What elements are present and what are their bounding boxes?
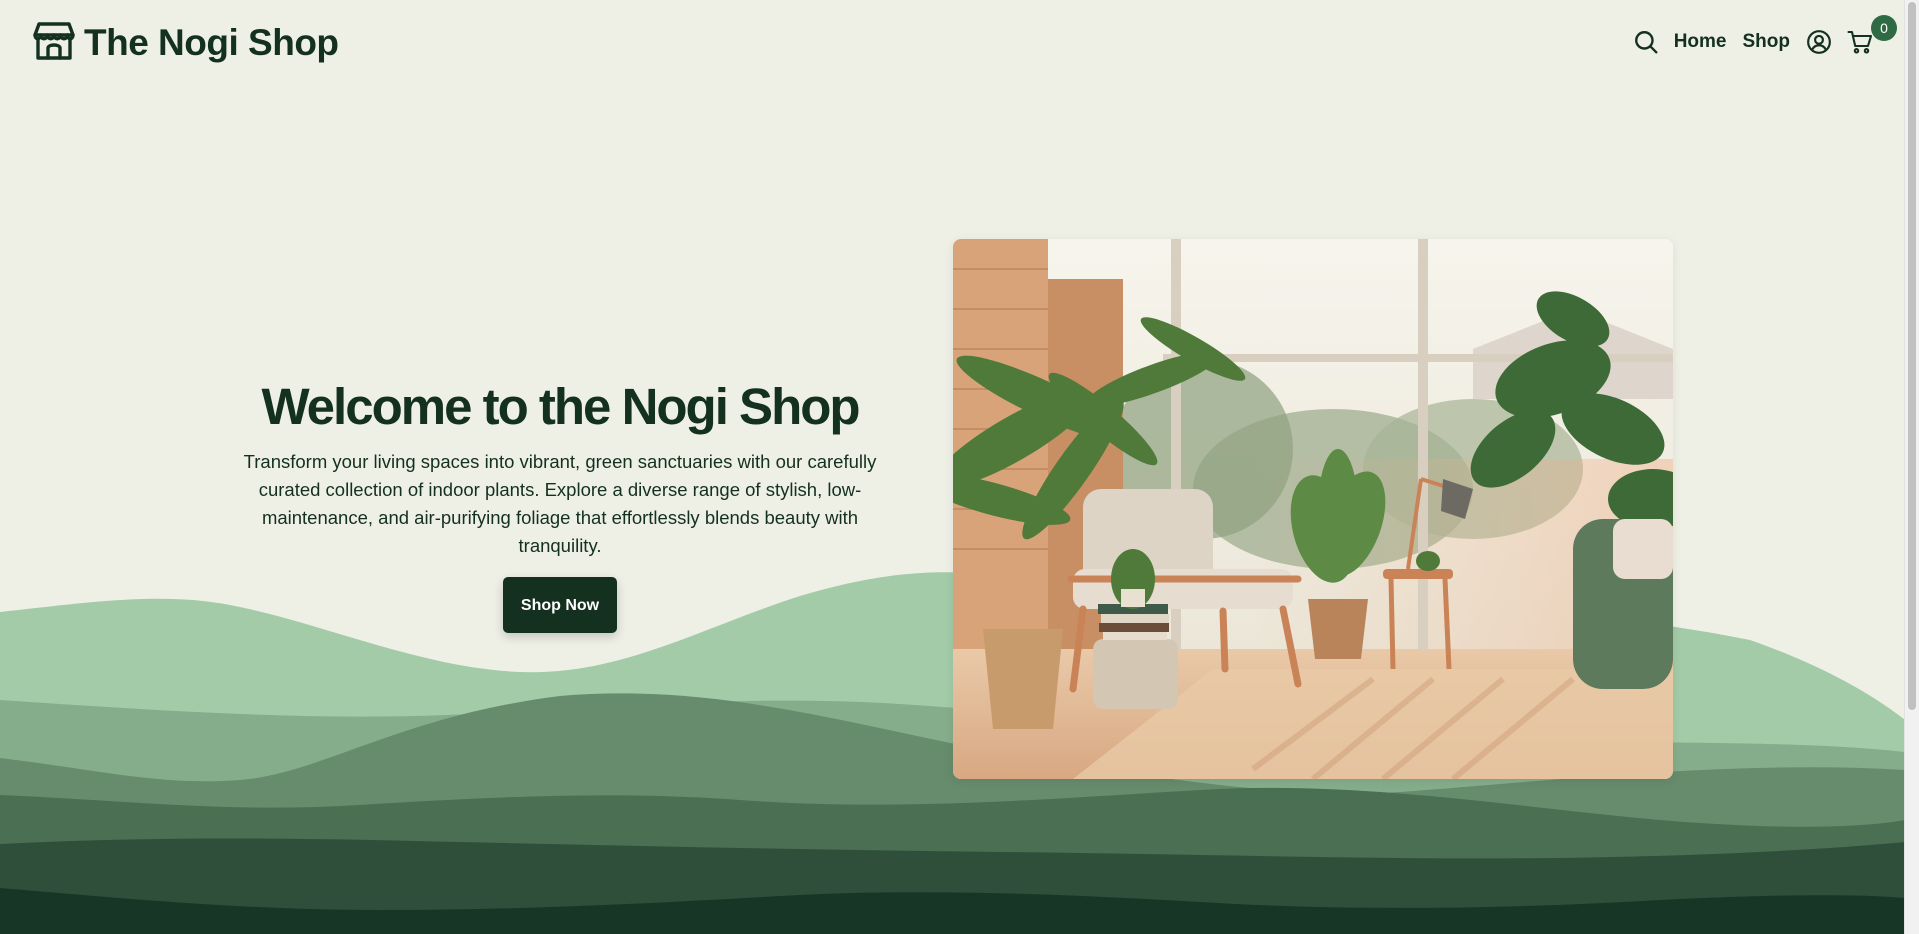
storefront-icon xyxy=(32,18,76,67)
user-circle-icon[interactable] xyxy=(1806,29,1832,55)
shop-now-button[interactable]: Shop Now xyxy=(503,577,617,633)
sunroom-illustration xyxy=(953,239,1673,779)
hero-description: Transform your living spaces into vibran… xyxy=(243,451,877,556)
cart-icon xyxy=(1847,29,1873,55)
nav-home-link[interactable]: Home xyxy=(1674,31,1727,53)
hero-content: Welcome to the Nogi Shop Transform your … xyxy=(200,374,920,633)
cart-button[interactable]: 0 xyxy=(1847,15,1897,55)
scrollbar-thumb[interactable] xyxy=(1908,2,1916,710)
cart-count-badge: 0 xyxy=(1871,15,1897,41)
main-nav: Home Shop 0 xyxy=(1633,15,1897,60)
logo-link[interactable]: The Nogi Shop xyxy=(32,18,339,67)
vertical-scrollbar[interactable] xyxy=(1904,0,1919,934)
site-header: The Nogi Shop Home Shop 0 xyxy=(0,0,1905,84)
hero-title: Welcome to the Nogi Shop xyxy=(261,378,860,435)
search-icon[interactable] xyxy=(1633,29,1659,55)
nav-shop-link[interactable]: Shop xyxy=(1743,31,1791,53)
page: The Nogi Shop Home Shop 0 Welcome to the… xyxy=(0,0,1919,934)
hero-image xyxy=(953,239,1673,779)
logo-text: The Nogi Shop xyxy=(84,21,339,63)
